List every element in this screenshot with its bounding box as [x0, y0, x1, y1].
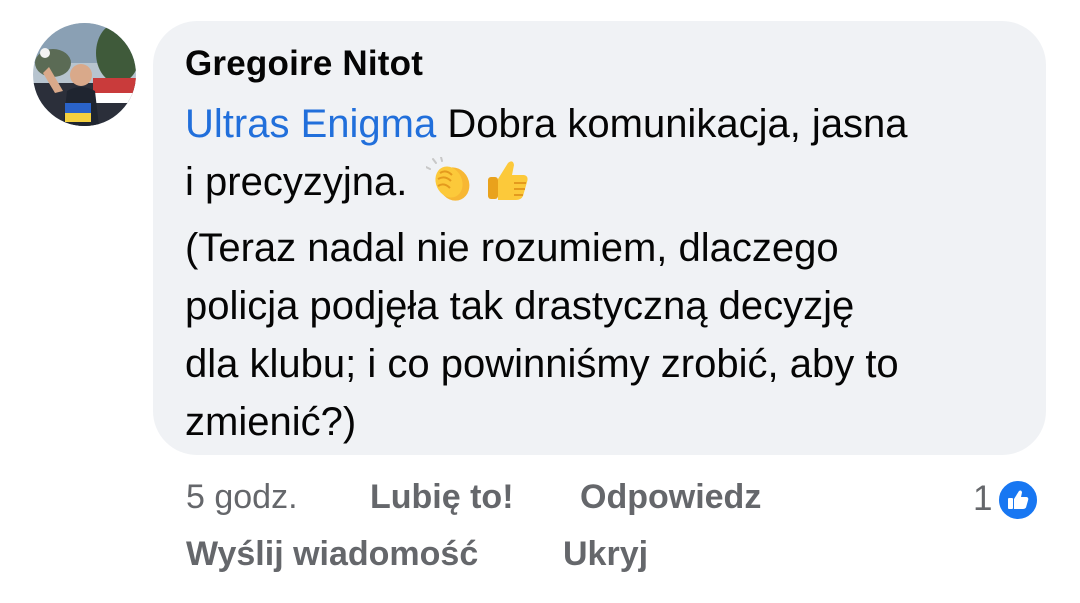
hide-button[interactable]: Ukryj	[563, 535, 648, 574]
comment-author[interactable]: Gregoire Nitot	[185, 44, 423, 84]
avatar[interactable]	[33, 23, 136, 126]
thumbs-up-icon	[484, 157, 530, 219]
reaction-summary[interactable]: 1	[973, 476, 1041, 522]
reaction-count: 1	[973, 479, 993, 518]
like-button[interactable]: Lubię to!	[370, 478, 514, 517]
mention-link[interactable]: Ultras Enigma	[185, 102, 436, 146]
comment-line-6: zmienić?)	[185, 400, 357, 444]
comment-line-2: i precyzyjna.	[185, 160, 408, 204]
comment-line-5: dla klubu; i co powinniśmy zrobić, aby t…	[185, 342, 899, 386]
comment-line-1: Dobra komunikacja, jasna	[436, 102, 908, 146]
send-message-button[interactable]: Wyślij wiadomość	[186, 535, 478, 574]
reply-button[interactable]: Odpowiedz	[580, 478, 761, 517]
clapping-hands-icon	[425, 156, 476, 219]
comment-timestamp[interactable]: 5 godz.	[186, 478, 298, 517]
comment-line-4: policja podjęła tak drastyczną decyzję	[185, 284, 855, 328]
like-icon	[996, 478, 1041, 522]
comment-line-3: (Teraz nadal nie rozumiem, dlaczego	[185, 226, 839, 270]
comment-text: Ultras Enigma Dobra komunikacja, jasna i…	[185, 95, 1030, 451]
